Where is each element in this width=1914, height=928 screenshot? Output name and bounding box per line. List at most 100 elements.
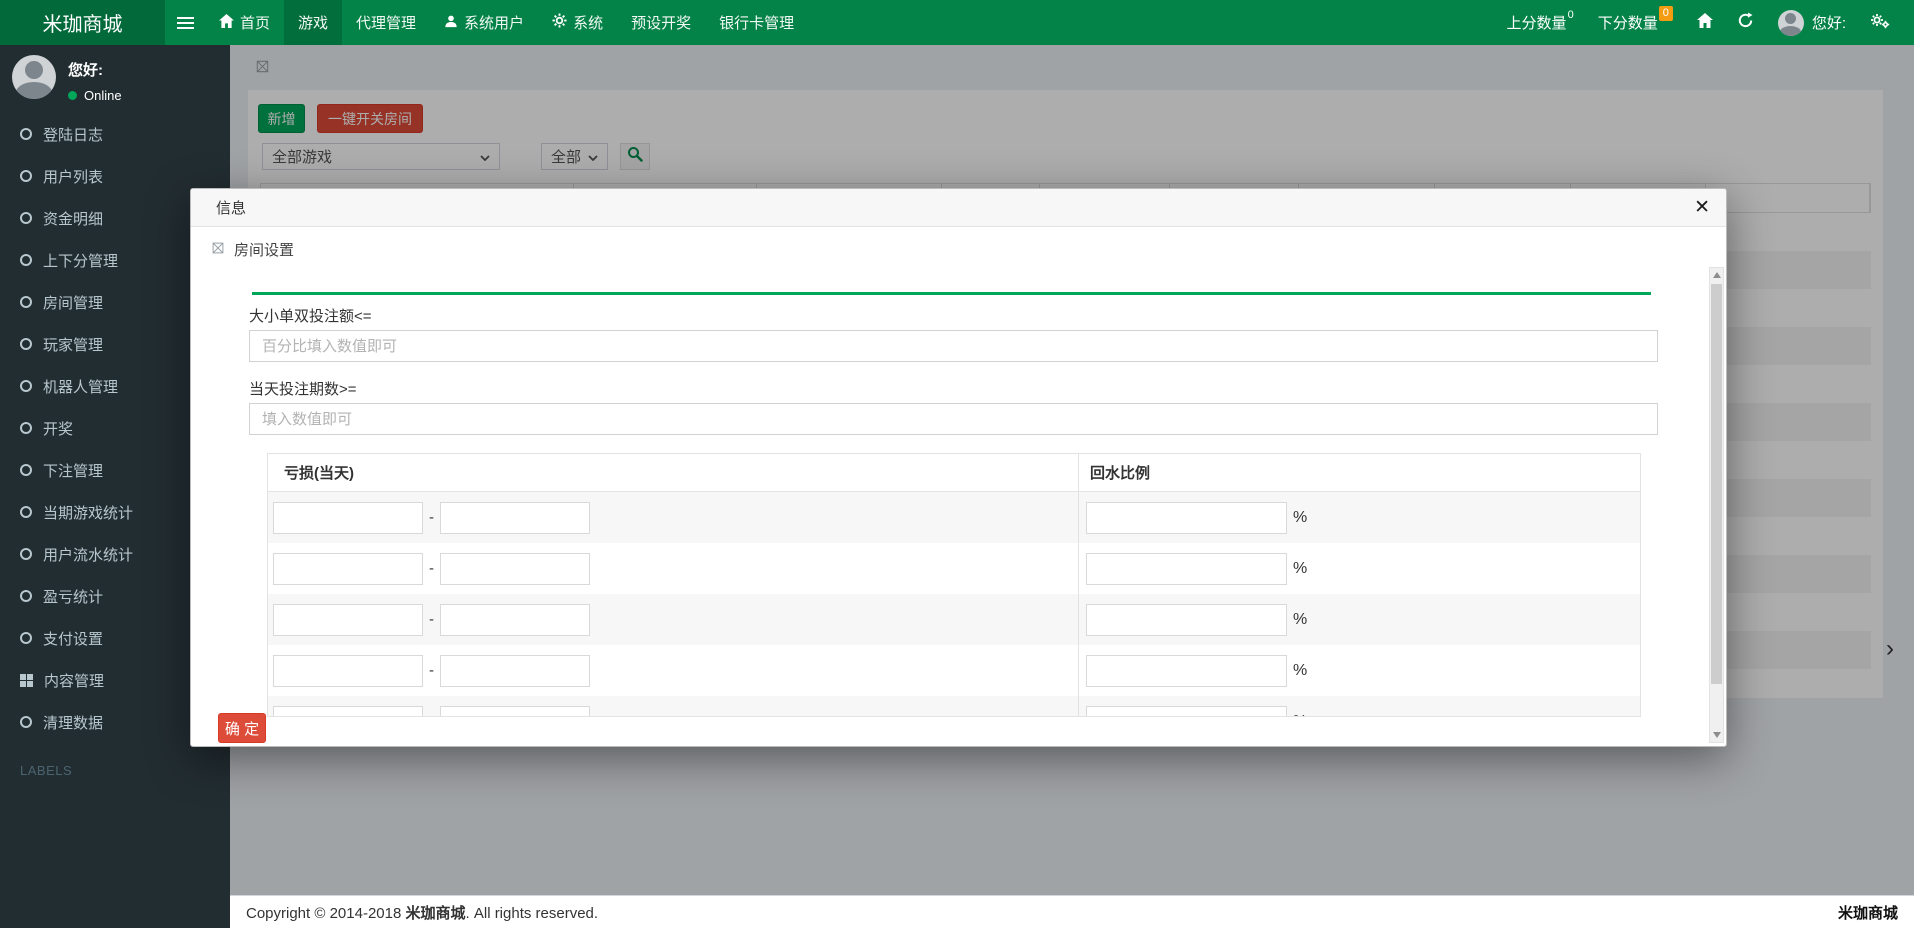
rebate-percent-input[interactable]	[1086, 604, 1287, 636]
home-icon	[1697, 13, 1713, 32]
greeting-label: 您好:	[1812, 12, 1846, 33]
bet-periods-input[interactable]	[249, 403, 1658, 435]
section-title: 房间设置	[234, 239, 294, 260]
avatar	[12, 55, 56, 99]
settings-button[interactable]	[1858, 0, 1902, 45]
loss-max-input[interactable]	[440, 706, 590, 718]
circle-icon	[20, 338, 32, 350]
refresh-button[interactable]	[1725, 0, 1766, 45]
loss-min-input[interactable]	[273, 604, 423, 636]
down-score-button[interactable]: 下分数量 0	[1586, 0, 1685, 45]
scroll-up-icon[interactable]	[1713, 272, 1721, 278]
rebate-table-header: 亏损(当天) 回水比例	[268, 454, 1640, 492]
loss-max-input[interactable]	[440, 604, 590, 636]
circle-icon	[20, 254, 32, 266]
nav-item-label: 游戏	[298, 12, 328, 33]
loss-max-input[interactable]	[440, 502, 590, 534]
online-status-label: Online	[84, 88, 122, 103]
nav-item-system-users[interactable]: 系统用户	[430, 0, 538, 45]
circle-icon	[20, 128, 32, 140]
sidebar-labels-header: LABELS	[0, 763, 230, 778]
bet-periods-label: 当天投注期数>=	[249, 378, 357, 399]
home-shortcut-button[interactable]	[1685, 0, 1725, 45]
navbar-right: 上分数量 0 下分数量 0 您好:	[1495, 0, 1914, 45]
loss-min-input[interactable]	[273, 502, 423, 534]
percent-suffix: %	[1293, 713, 1307, 718]
circle-icon	[20, 590, 32, 602]
close-icon[interactable]: ✕	[1694, 196, 1710, 219]
circle-icon	[20, 632, 32, 644]
loss-max-input[interactable]	[440, 655, 590, 687]
nav-item-label: 银行卡管理	[719, 12, 794, 33]
loss-max-input[interactable]	[440, 553, 590, 585]
scroll-down-icon[interactable]	[1713, 732, 1721, 738]
cogs-icon	[1870, 13, 1890, 33]
navbar: 米珈商城 首页 游戏 代理管理 系统用户 系统 预设开奖 银行卡管理 上分数量	[0, 0, 1914, 45]
bet-amount-input[interactable]	[249, 330, 1658, 362]
modal-scrollbar[interactable]	[1709, 267, 1724, 743]
home-icon	[219, 14, 234, 32]
user-menu-button[interactable]: 您好:	[1766, 0, 1858, 45]
nav-item-label: 系统	[573, 12, 603, 33]
table-row: - %	[268, 696, 1640, 717]
grid-icon	[20, 674, 33, 687]
nav-item-bank-card-management[interactable]: 银行卡管理	[705, 0, 808, 45]
rebate-percent-input[interactable]	[1086, 553, 1287, 585]
percent-suffix: %	[1293, 662, 1307, 680]
footer: Copyright © 2014-2018 米珈商城. All rights r…	[230, 895, 1914, 928]
down-score-badge: 0	[1659, 6, 1673, 21]
nav-item-agent-management[interactable]: 代理管理	[342, 0, 430, 45]
up-score-label: 上分数量	[1507, 12, 1567, 33]
nav-item-preset-draw[interactable]: 预设开奖	[617, 0, 705, 45]
rebate-column-header: 回水比例	[1079, 454, 1640, 491]
scrollbar-thumb[interactable]	[1711, 284, 1722, 684]
circle-icon	[20, 548, 32, 560]
nav-item-system[interactable]: 系统	[538, 0, 617, 45]
table-row: - %	[268, 594, 1640, 645]
range-separator: -	[429, 611, 434, 628]
confirm-button[interactable]: 确 定	[218, 713, 266, 743]
table-row: - %	[268, 543, 1640, 594]
rebate-percent-input[interactable]	[1086, 502, 1287, 534]
percent-suffix: %	[1293, 509, 1307, 527]
sidebar-item-login-log[interactable]: 登陆日志	[0, 113, 230, 155]
room-settings-modal: 信息 ✕ 房间设置 大小单双投注额<= 当天投注期数>= 亏损(当天) 回水比例…	[190, 188, 1727, 747]
bet-amount-label: 大小单双投注额<=	[249, 305, 372, 326]
refresh-icon	[1737, 12, 1754, 33]
circle-icon	[20, 212, 32, 224]
nav-item-games[interactable]: 游戏	[284, 0, 342, 45]
up-score-button[interactable]: 上分数量 0	[1495, 0, 1586, 45]
sidebar-user-panel: 您好: Online	[0, 45, 230, 113]
loss-min-input[interactable]	[273, 655, 423, 687]
range-separator: -	[429, 662, 434, 679]
range-separator: -	[429, 560, 434, 577]
brand-logo[interactable]: 米珈商城	[0, 0, 165, 45]
range-separator: -	[429, 713, 434, 717]
range-separator: -	[429, 509, 434, 526]
rebate-table: 亏损(当天) 回水比例 - %	[267, 453, 1641, 717]
loss-min-input[interactable]	[273, 553, 423, 585]
loss-column-header: 亏损(当天)	[268, 454, 1079, 491]
circle-icon	[20, 506, 32, 518]
nav-item-label: 预设开奖	[631, 12, 691, 33]
modal-body: 房间设置 大小单双投注额<= 当天投注期数>= 亏损(当天) 回水比例 -	[191, 227, 1726, 746]
green-divider	[252, 292, 1651, 295]
online-status-icon	[68, 91, 77, 100]
section-title-row: 房间设置	[210, 239, 294, 260]
circle-icon	[20, 464, 32, 476]
footer-brand: 米珈商城	[1838, 902, 1914, 923]
nav-item-label: 代理管理	[356, 12, 416, 33]
rebate-percent-input[interactable]	[1086, 706, 1287, 718]
table-row: - %	[268, 645, 1640, 696]
rebate-percent-input[interactable]	[1086, 655, 1287, 687]
circle-icon	[20, 422, 32, 434]
loss-min-input[interactable]	[273, 706, 423, 718]
user-icon	[444, 14, 458, 32]
circle-icon	[20, 380, 32, 392]
nav-item-home[interactable]: 首页	[205, 0, 284, 45]
avatar	[1778, 10, 1804, 36]
broken-image-icon	[210, 240, 226, 260]
sidebar-toggle-button[interactable]	[165, 0, 205, 45]
gear-icon	[552, 13, 567, 32]
down-score-label: 下分数量	[1598, 12, 1658, 33]
